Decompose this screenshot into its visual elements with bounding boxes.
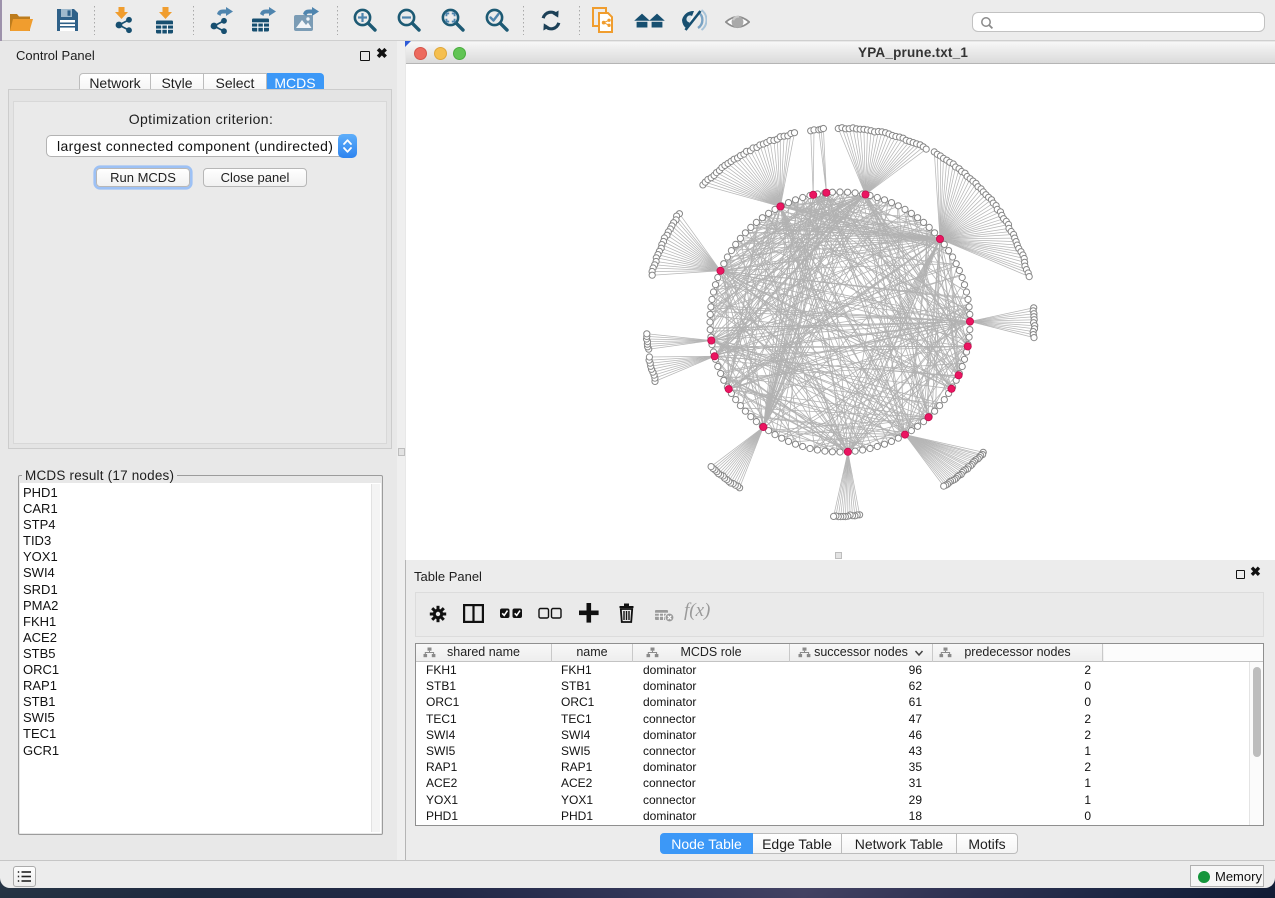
svg-text:f(x): f(x) xyxy=(684,600,710,621)
